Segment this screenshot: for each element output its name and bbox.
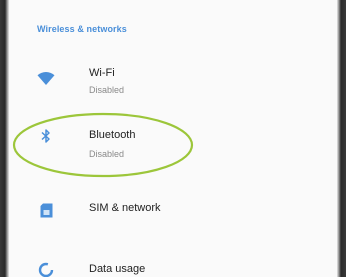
- device-bezel-right: [337, 0, 346, 277]
- bluetooth-icon: [37, 127, 55, 145]
- data-usage-title: Data usage: [89, 263, 146, 275]
- wifi-status: Disabled: [89, 85, 125, 95]
- sim-network-title: SIM & network: [89, 202, 161, 214]
- settings-item-bluetooth[interactable]: Bluetooth Disabled: [9, 118, 337, 166]
- sim-card-icon: [37, 201, 55, 219]
- device-bezel-left: [0, 0, 9, 277]
- settings-item-sim-network[interactable]: SIM & network: [9, 188, 337, 232]
- settings-screen: Wireless & networks Wi-Fi Disabled Bluet…: [9, 0, 337, 277]
- bluetooth-title: Bluetooth: [89, 129, 136, 141]
- wifi-icon: [37, 70, 55, 88]
- settings-item-data-usage[interactable]: Data usage: [9, 248, 337, 277]
- settings-item-wifi[interactable]: Wi-Fi Disabled: [9, 60, 337, 108]
- section-header-wireless-networks: Wireless & networks: [37, 24, 127, 34]
- bluetooth-status: Disabled: [89, 149, 125, 159]
- wifi-title: Wi-Fi: [89, 67, 115, 79]
- data-usage-icon: [37, 261, 55, 277]
